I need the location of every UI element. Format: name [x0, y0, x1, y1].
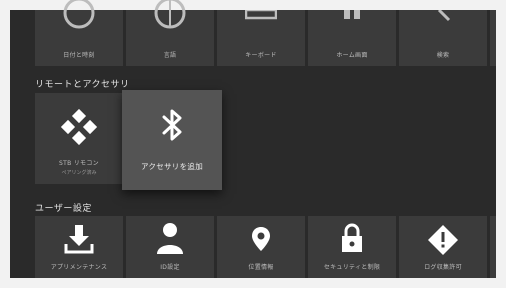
tile-partial-right-bottom[interactable] [490, 216, 496, 278]
tile-partial-right[interactable] [490, 10, 496, 66]
tile-label: 位置情報 [248, 264, 274, 271]
tile-date-time[interactable]: 日付と時刻 [35, 0, 123, 66]
section-title-remote: リモートとアクセサリ [35, 80, 130, 90]
tile-stb-remote[interactable]: STB リモコン ペアリング済み [35, 93, 123, 184]
tile-location[interactable]: 位置情報 [217, 216, 305, 278]
home-screen-icon [344, 10, 360, 19]
section-title-user: ユーザー設定 [35, 204, 92, 214]
tile-label: アプリメンテナンス [50, 264, 108, 271]
alert-icon [428, 225, 458, 255]
tile-app-maintenance[interactable]: アプリメンテナンス [35, 216, 123, 278]
bluetooth-icon [162, 109, 182, 141]
tile-language[interactable]: 言語 [126, 0, 214, 66]
pairing-status: ペアリング済み [61, 170, 97, 176]
lock-icon [342, 223, 362, 252]
tile-label: 日付と時刻 [63, 52, 95, 59]
keyboard-icon [245, 10, 277, 20]
tile-label: ホーム画面 [336, 52, 368, 59]
person-icon [157, 223, 183, 254]
tile-label: 言語 [163, 52, 177, 59]
tile-label: ID設定 [160, 264, 180, 271]
tile-home-screen[interactable]: ホーム画面 [308, 10, 396, 66]
frame-left [0, 0, 10, 288]
frame-bottom [0, 278, 506, 288]
gamepad-icon [61, 109, 97, 145]
tile-label: アクセサリを追加 [140, 162, 204, 171]
tile-log-collection[interactable]: ログ収集許可 [399, 216, 487, 278]
tile-label: ログ収集許可 [424, 264, 462, 271]
search-icon [437, 10, 451, 22]
tile-id-settings[interactable]: ID設定 [126, 216, 214, 278]
tile-label: 検索 [436, 52, 450, 59]
location-pin-icon [252, 227, 270, 251]
tile-label: STB リモコン [59, 160, 99, 167]
download-icon [64, 225, 94, 254]
tile-security[interactable]: セキュリティと制限 [308, 216, 396, 278]
frame-right [496, 0, 506, 288]
tile-label: キーボード [245, 52, 277, 59]
tile-keyboard[interactable]: キーボード [217, 10, 305, 66]
tile-add-accessory[interactable]: アクセサリを追加 [122, 90, 222, 190]
tile-search[interactable]: 検索 [399, 10, 487, 66]
tile-label: セキュリティと制限 [323, 264, 381, 271]
globe-icon [154, 0, 186, 29]
clock-icon [63, 0, 95, 29]
